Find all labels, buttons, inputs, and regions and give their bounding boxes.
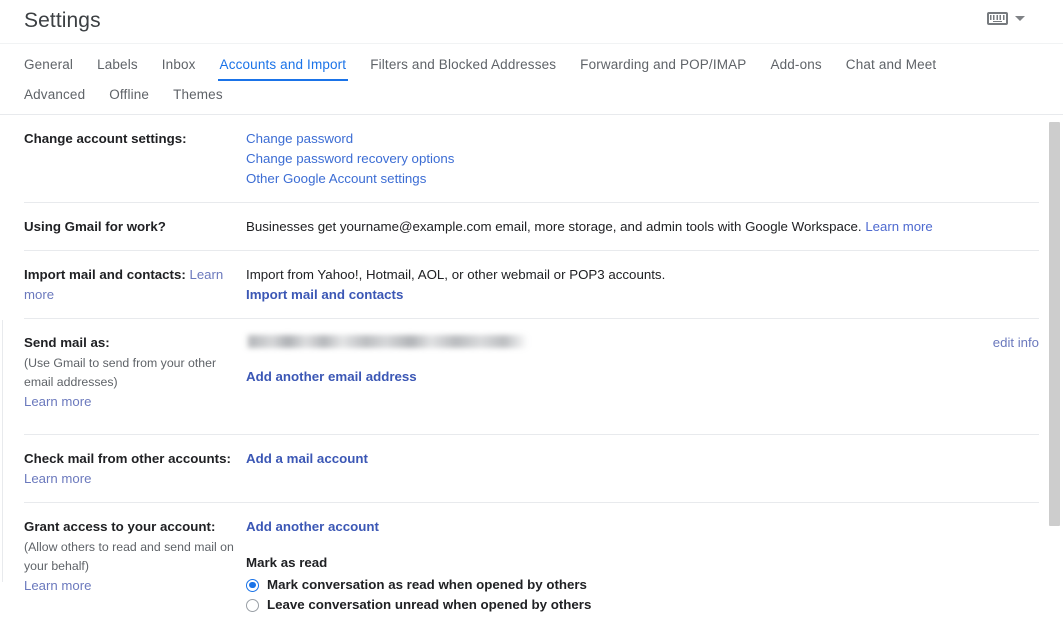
section-body: Import from Yahoo!, Hotmail, AOL, or oth… (246, 265, 1039, 305)
chevron-down-icon[interactable] (1015, 16, 1025, 21)
check-mail-learn-more-link[interactable]: Learn more (24, 471, 91, 486)
using-gmail-for-work-label: Using Gmail for work? (24, 219, 166, 234)
edit-info-link[interactable]: edit info (993, 333, 1039, 353)
tab-labels[interactable]: Labels (85, 44, 150, 81)
radio-mark-conversation-as-read[interactable]: Mark conversation as read when opened by… (246, 575, 1039, 595)
tab-themes[interactable]: Themes (161, 81, 235, 114)
section-label: Grant access to your account: (Allow oth… (24, 517, 246, 615)
section-label: Using Gmail for work? (24, 217, 246, 237)
section-grant-access: Grant access to your account: (Allow oth… (24, 503, 1039, 628)
send-mail-as-sublabel: (Use Gmail to send from your other email… (24, 356, 217, 389)
section-check-mail-from-other-accounts: Check mail from other accounts: Learn mo… (24, 435, 1039, 503)
check-mail-label: Check mail from other accounts: (24, 451, 231, 466)
send-mail-as-label: Send mail as: (24, 335, 110, 350)
change-account-settings-label: Change account settings: (24, 131, 187, 146)
tab-add-ons[interactable]: Add-ons (758, 44, 833, 81)
section-import-mail-and-contacts: Import mail and contacts: Learn more Imp… (24, 251, 1039, 319)
grant-access-sublabel: (Allow others to read and send mail on y… (24, 540, 234, 573)
radio-leave-conversation-unread[interactable]: Leave conversation unread when opened by… (246, 595, 1039, 615)
section-label: Change account settings: (24, 129, 246, 189)
add-another-email-address-link[interactable]: Add another email address (246, 369, 417, 384)
send-mail-as-learn-more-link[interactable]: Learn more (24, 394, 91, 409)
section-body: Change password Change password recovery… (246, 129, 1039, 189)
section-label: Check mail from other accounts: Learn mo… (24, 449, 246, 489)
vertical-scrollbar-thumb[interactable] (1049, 122, 1060, 526)
section-body: Add a mail account (246, 449, 1039, 489)
import-description: Import from Yahoo!, Hotmail, AOL, or oth… (246, 267, 666, 282)
grant-access-learn-more-link[interactable]: Learn more (24, 578, 91, 593)
section-label: Send mail as: (Use Gmail to send from yo… (24, 333, 246, 421)
tab-row-secondary: Advanced Offline Themes (24, 81, 1063, 114)
tab-accounts-and-import[interactable]: Accounts and Import (208, 44, 359, 81)
radio-label: Leave conversation unread when opened by… (267, 597, 592, 612)
section-label: Import mail and contacts: Learn more (24, 265, 246, 305)
settings-tabbar: General Labels Inbox Accounts and Import… (0, 44, 1063, 115)
section-change-account-settings: Change account settings: Change password… (24, 115, 1039, 203)
section-send-mail-as: Send mail as: (Use Gmail to send from yo… (24, 319, 1039, 435)
other-google-account-settings-link[interactable]: Other Google Account settings (246, 169, 1039, 189)
radio-label: Mark conversation as read when opened by… (267, 577, 587, 592)
grant-access-label: Grant access to your account: (24, 519, 216, 534)
change-password-recovery-options-link[interactable]: Change password recovery options (246, 149, 1039, 169)
add-another-account-link[interactable]: Add another account (246, 519, 379, 534)
left-edge-divider (2, 320, 3, 582)
tab-inbox[interactable]: Inbox (150, 44, 208, 81)
radio-button-icon[interactable] (246, 598, 259, 612)
tab-row-primary: General Labels Inbox Accounts and Import… (24, 44, 1063, 81)
tab-filters-and-blocked-addresses[interactable]: Filters and Blocked Addresses (358, 44, 568, 81)
tab-general[interactable]: General (24, 44, 85, 81)
section-body: edit info Add another email address (246, 333, 1039, 421)
section-using-gmail-for-work: Using Gmail for work? Businesses get you… (24, 203, 1039, 251)
section-body: Businesses get yourname@example.com emai… (246, 217, 1039, 237)
page-title: Settings (24, 9, 101, 32)
import-mail-and-contacts-label: Import mail and contacts: (24, 267, 186, 282)
tab-forwarding-and-pop-imap[interactable]: Forwarding and POP/IMAP (568, 44, 758, 81)
tab-offline[interactable]: Offline (97, 81, 161, 114)
import-mail-and-contacts-link[interactable]: Import mail and contacts (246, 285, 1039, 305)
gmail-for-work-description: Businesses get yourname@example.com emai… (246, 219, 862, 234)
tab-chat-and-meet[interactable]: Chat and Meet (834, 44, 949, 81)
add-a-mail-account-link[interactable]: Add a mail account (246, 451, 368, 466)
settings-content: Change account settings: Change password… (0, 115, 1063, 628)
tab-advanced[interactable]: Advanced (24, 81, 97, 114)
keyboard-icon[interactable] (987, 12, 1008, 25)
change-password-link[interactable]: Change password (246, 129, 1039, 149)
header-actions (987, 12, 1025, 25)
mark-as-read-heading: Mark as read (246, 555, 328, 570)
settings-header: Settings (0, 0, 1063, 44)
section-body: Add another account Mark as read Mark co… (246, 517, 1039, 615)
send-mail-as-address-redacted (246, 334, 528, 348)
gmail-for-work-learn-more-link[interactable]: Learn more (865, 219, 932, 234)
